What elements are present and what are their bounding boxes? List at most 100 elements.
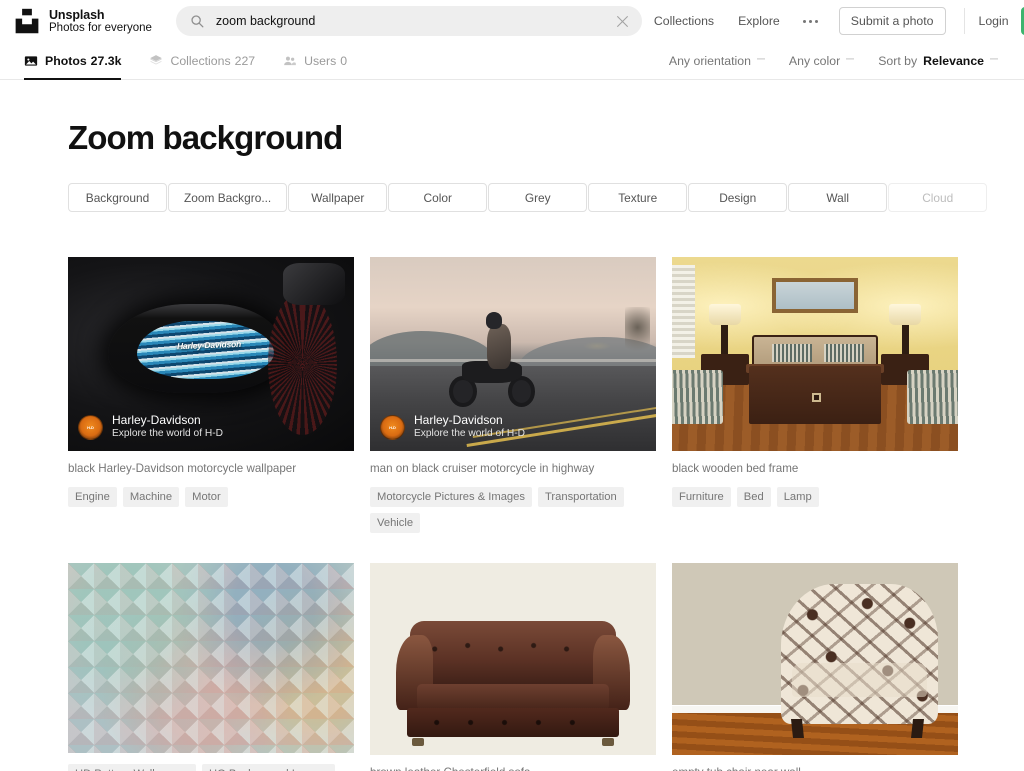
filter-orientation-label: Any orientation [668,53,751,68]
ellipsis-icon[interactable] [792,19,829,23]
nav-explore[interactable]: Explore [726,14,792,28]
photo-card: black wooden bed frame Furniture Bed Lam… [672,257,958,508]
sponsor-logo-icon: H-D [380,414,405,440]
photo-caption: brown leather Chesterfield sofa [370,765,656,771]
tab-users-count: 0 [340,53,348,68]
result-filters: Any orientation Any color Sort by Releva… [657,42,1010,79]
photo-caption: man on black cruiser motorcycle in highw… [370,462,595,475]
photo-art-layer [791,718,805,738]
photo-art-layer [780,584,938,725]
join-free-button[interactable]: Join free [1020,7,1024,35]
photo-tags: Motorcycle Pictures & Images Transportat… [370,487,656,534]
chip-color[interactable]: Color [388,183,488,212]
sponsor-overlay[interactable]: H-D Harley-Davidson Explore the world of… [78,413,344,441]
tab-users[interactable]: Users 0 [269,42,361,79]
tag[interactable]: Machine [122,487,180,508]
sponsor-logo-icon: H-D [78,414,103,440]
tab-photos[interactable]: Photos 27.3k [10,42,135,80]
header-actions: Collections Explore Submit a photo Login… [642,7,1024,35]
chip-zoom-background[interactable]: Zoom Backgro... [168,183,288,212]
brand-name: Unsplash [49,7,105,22]
photo-tags: Engine Machine Motor [68,487,354,508]
close-icon[interactable] [616,15,629,28]
login-link[interactable]: Login [979,14,1009,28]
result-tabs: Photos 27.3k Collections 227 Users 0 [10,42,361,80]
tab-collections[interactable]: Collections 227 [135,42,269,79]
photo-art-layer [772,278,858,314]
tag[interactable]: Lamp [776,487,819,508]
photo-thumbnail[interactable]: H-D Harley-Davidson Explore the world of… [370,257,656,451]
photo-caption: empty tub chair near wall [672,765,958,771]
photo-art-layer [889,303,921,325]
photo-art-layer [709,303,741,325]
chip-wall[interactable]: Wall [788,183,888,212]
chevron-down-icon [846,58,855,60]
filter-sort-label: Sort by [878,53,918,68]
tag[interactable]: Engine [68,487,117,508]
results-tabbar: Photos 27.3k Collections 227 Users 0 Any… [0,42,1024,80]
photo-art-layer [395,620,631,747]
photo-card: H-D Harley-Davidson Explore the world of… [370,257,656,534]
filter-sort[interactable]: Sort by Relevance [866,54,1010,68]
search-icon [191,15,204,28]
search-results-main: Zoom background Background Zoom Backgro.… [0,119,1024,771]
photo-card: HD Pattern Wallpapers HQ Background Imag… [68,563,354,771]
chip-grey[interactable]: Grey [488,183,588,212]
photo-art-layer [624,307,651,358]
tag[interactable]: HQ Background Images [202,764,336,771]
photo-tags: HD Pattern Wallpapers HQ Background Imag… [68,764,354,771]
photo-thumbnail[interactable] [68,563,354,754]
tag[interactable]: Bed [736,487,771,508]
photo-thumbnail[interactable] [672,563,958,756]
sponsor-overlay[interactable]: H-D Harley-Davidson Explore the world of… [380,413,646,441]
search-bar[interactable] [175,6,642,36]
chip-cloud[interactable]: Cloud [888,183,988,212]
search-input[interactable] [215,6,616,36]
sponsor-name: Harley-Davidson [112,413,201,428]
filter-color[interactable]: Any color [777,54,866,68]
chip-wallpaper[interactable]: Wallpaper [288,183,388,212]
submit-photo-button[interactable]: Submit a photo [838,7,946,35]
chip-design[interactable]: Design [688,183,788,212]
chevron-down-icon [990,58,998,60]
photo-art-layer [823,344,864,362]
photo-art-layer [282,262,346,306]
photo-thumbnail[interactable] [370,563,656,756]
chip-background[interactable]: Background [68,183,167,212]
chevron-down-icon [756,58,765,60]
brand-tagline: Photos for everyone [49,21,152,34]
chip-texture[interactable]: Texture [588,183,688,212]
photo-art-layer [911,718,925,738]
tab-users-label: Users [304,53,337,68]
photo-tags: Furniture Bed Lamp [672,487,958,508]
sponsor-name: Harley-Davidson [414,413,503,428]
photo-art-layer [772,344,813,362]
tag[interactable]: Motorcycle Pictures & Images [370,487,532,508]
sponsor-subtitle: Explore the world of H-D [414,428,525,440]
sponsor-subtitle: Explore the world of H-D [112,428,223,440]
tab-collections-count: 227 [234,53,256,68]
photo-art-layer [902,324,910,356]
tag[interactable]: Vehicle [370,513,421,534]
nav-collections[interactable]: Collections [642,14,726,28]
header-divider [963,8,965,34]
brand-logo[interactable]: Unsplash Photos for everyone [14,8,152,35]
photo-thumbnail[interactable] [672,257,958,451]
tab-photos-count: 27.3k [90,53,122,68]
tag[interactable]: Motor [185,487,228,508]
stack-icon [150,54,163,64]
filter-orientation[interactable]: Any orientation [657,54,777,68]
filter-color-label: Any color [788,53,841,68]
tab-collections-label: Collections [170,53,231,68]
photo-card: Harley-Davidson H-D Harley-Davidson Expl… [68,257,354,508]
photo-art-layer [447,312,539,409]
users-icon [284,56,296,65]
tag[interactable]: HD Pattern Wallpapers [68,764,196,771]
photo-art-layer [906,369,958,424]
page-title: Zoom background [68,119,343,156]
tab-photos-label: Photos [45,53,87,68]
site-header: Unsplash Photos for everyone Collections… [0,0,1024,42]
tag[interactable]: Transportation [537,487,624,508]
photo-thumbnail[interactable]: Harley-Davidson H-D Harley-Davidson Expl… [68,257,354,451]
tag[interactable]: Furniture [672,487,731,508]
